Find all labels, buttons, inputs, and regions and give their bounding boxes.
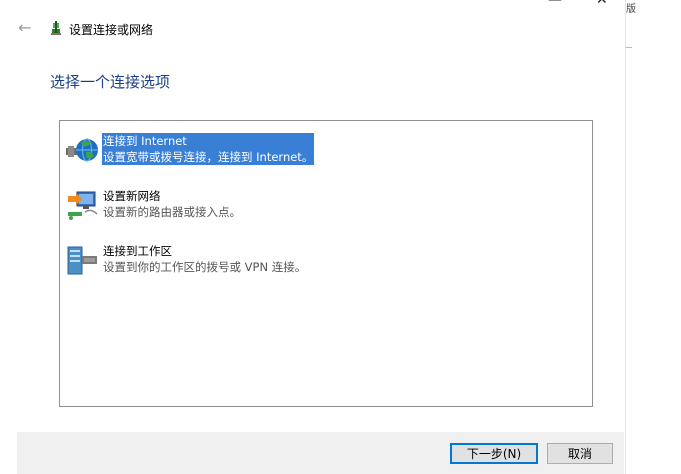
network-setup-icon <box>51 21 61 35</box>
globe-network-icon <box>66 138 98 162</box>
option-title: 连接到 Internet <box>102 133 315 149</box>
back-button[interactable]: ← <box>18 20 31 36</box>
option-title: 连接到工作区 <box>103 244 172 258</box>
new-network-icon <box>68 191 98 220</box>
cancel-button[interactable]: 取消 <box>547 443 613 464</box>
next-button[interactable]: 下一步(N) <box>450 443 538 464</box>
option-connect-workplace[interactable]: 连接到工作区 设置到你的工作区的拨号或 VPN 连接。 <box>63 243 583 283</box>
window-title: 设置连接或网络 <box>69 23 154 37</box>
option-new-network[interactable]: 设置新网络 设置新的路由器或接入点。 <box>63 188 583 228</box>
side-window-fragment: 版 <box>626 4 636 15</box>
option-title: 设置新网络 <box>103 189 161 203</box>
workplace-server-icon <box>67 246 97 275</box>
side-window-divider <box>626 47 632 48</box>
minimize-button[interactable]: — <box>548 0 562 8</box>
page-heading: 选择一个连接选项 <box>50 73 171 91</box>
option-description: 设置到你的工作区的拨号或 VPN 连接。 <box>103 260 307 274</box>
window-divider <box>625 0 626 474</box>
option-connect-internet[interactable]: 连接到 Internet 设置宽带或拨号连接，连接到 Internet。 <box>63 133 583 173</box>
connection-options-list: 连接到 Internet 设置宽带或拨号连接，连接到 Internet。 设置新… <box>59 120 593 407</box>
option-description: 设置新的路由器或接入点。 <box>103 205 241 219</box>
option-description: 设置宽带或拨号连接，连接到 Internet。 <box>102 149 315 165</box>
close-button[interactable]: ✕ <box>596 0 608 8</box>
